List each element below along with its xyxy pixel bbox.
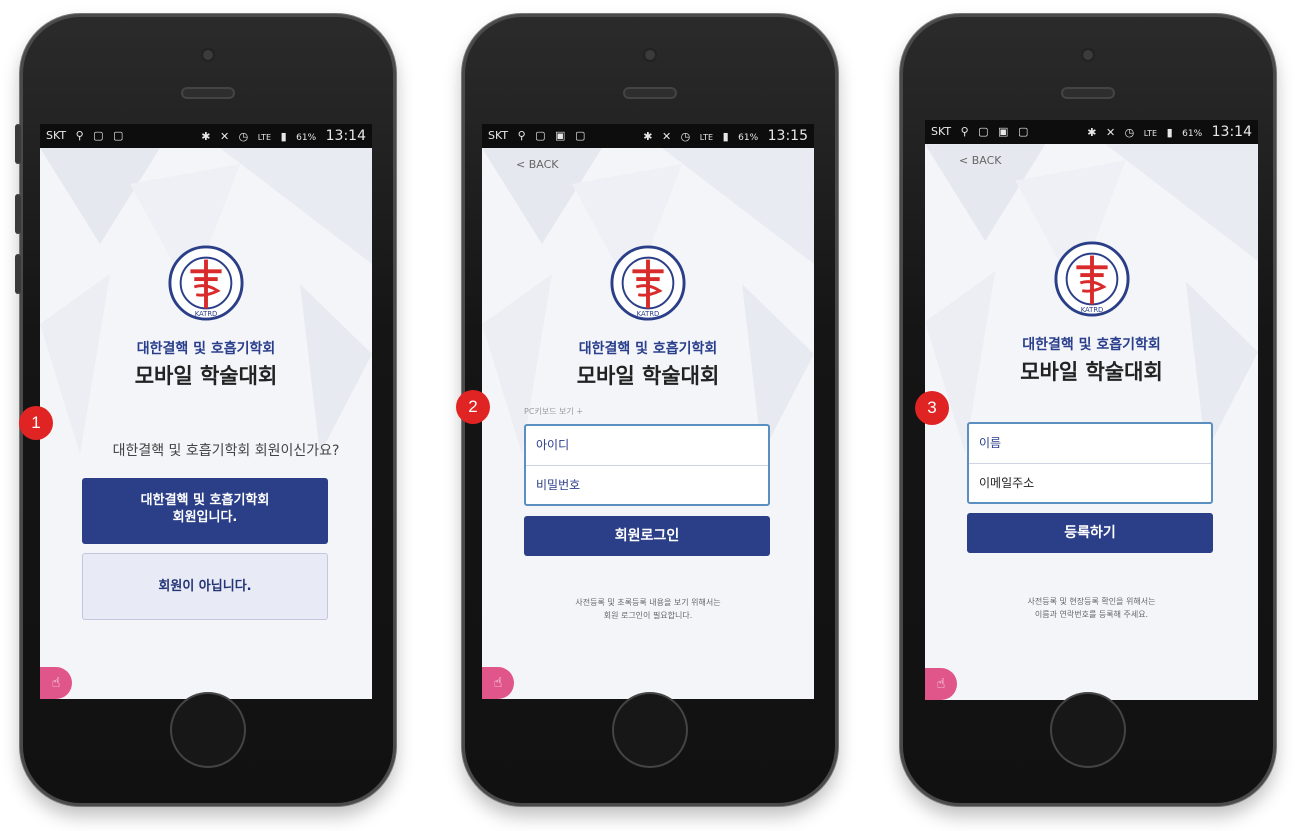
- register-form: 이름 이메일주소: [967, 422, 1213, 504]
- mute-icon: ✕: [219, 130, 230, 143]
- notification-icon: ▢: [574, 129, 586, 142]
- camera-icon: [203, 50, 213, 60]
- org-name: 대한결핵 및 호흡기학회: [578, 341, 718, 357]
- content-area: < BACK KATRD 대한결핵 및 호흡기학회 모바일 학술대회 이름 이메…: [925, 144, 1258, 700]
- member-button[interactable]: 대한결핵 및 호흡기학회 회원입니다.: [82, 478, 328, 544]
- lte-icon: LTE: [257, 133, 272, 142]
- battery-label: 61%: [296, 133, 317, 143]
- phone-frame-2: SKT ⚲ ▢ ▣ ▢ ✱ ✕ ◷ LTE ▮ 61% 13:15 < BACK: [462, 14, 838, 806]
- alarm-icon: ◷: [238, 130, 249, 143]
- carrier-label: SKT: [931, 125, 952, 138]
- side-button: [15, 124, 21, 164]
- content-area: < BACK KATRD 대한결핵 및 호흡기학회 모바일 학술대회 PC키보드…: [482, 148, 814, 699]
- note-line: 사전등록 및 현장등록 확인을 위해서는: [1027, 597, 1156, 606]
- member-button-label: 대한결핵 및 호흡기학회: [140, 493, 270, 508]
- conference-title: 모바일 학술대회: [134, 364, 278, 388]
- signal-icon: ▮: [722, 130, 729, 143]
- login-form: 아이디 비밀번호: [524, 424, 770, 506]
- note-line: 회원 로그인이 필요합니다.: [603, 611, 693, 620]
- home-button[interactable]: [172, 694, 244, 766]
- notification-icon: ▢: [113, 129, 124, 142]
- bluetooth-icon: ✱: [643, 130, 653, 143]
- speaker-grille: [625, 89, 675, 97]
- screen-1: SKT ⚲ ▢ ▢ ✱ ✕ ◷ LTE ▮ 61% 13:14 KATRD 대한…: [40, 124, 372, 699]
- member-button-label: 회원입니다.: [172, 510, 238, 525]
- note-line: 이름과 연락번호를 등록해 주세요.: [1034, 610, 1149, 619]
- mute-icon: ✕: [1105, 126, 1116, 139]
- mute-icon: ✕: [661, 130, 672, 143]
- signal-icon: ▮: [1166, 126, 1173, 139]
- member-login-button[interactable]: 회원로그인: [524, 516, 770, 556]
- home-button[interactable]: [1052, 694, 1124, 766]
- id-input[interactable]: 아이디: [526, 426, 768, 465]
- content-area: KATRD 대한결핵 및 호흡기학회 모바일 학술대회 대한결핵 및 호흡기학회…: [40, 148, 372, 699]
- phone-frame-1: SKT ⚲ ▢ ▢ ✱ ✕ ◷ LTE ▮ 61% 13:14 KATRD 대한…: [15, 14, 396, 806]
- speaker-grille: [183, 89, 233, 97]
- camera-icon: [1083, 50, 1093, 60]
- alarm-icon: ◷: [1124, 126, 1135, 139]
- carrier-label: SKT: [46, 129, 67, 142]
- step-badge-1: 1: [19, 406, 53, 440]
- login-note: 사전등록 및 초록등록 내용을 보기 위해서는 회원 로그인이 필요합니다.: [482, 596, 814, 622]
- bluetooth-icon: ✱: [201, 130, 211, 143]
- lte-icon: LTE: [1143, 129, 1158, 138]
- battery-label: 61%: [738, 133, 759, 143]
- usb-icon: ⚲: [517, 129, 526, 142]
- screen-2: SKT ⚲ ▢ ▣ ▢ ✱ ✕ ◷ LTE ▮ 61% 13:15 < BACK: [482, 124, 814, 699]
- clock: 13:14: [1211, 124, 1252, 140]
- bluetooth-icon: ✱: [1087, 126, 1097, 139]
- touch-hand-icon[interactable]: ☝: [40, 667, 72, 699]
- member-question: 대한결핵 및 호흡기학회 회원이신가요?: [112, 443, 340, 459]
- image-icon: ▣: [555, 129, 566, 142]
- usb-icon: ⚲: [75, 129, 84, 142]
- touch-hand-icon[interactable]: ☝: [482, 667, 514, 699]
- alarm-icon: ◷: [680, 130, 691, 143]
- conference-title: 모바일 학술대회: [576, 364, 720, 388]
- image-icon: ▣: [998, 125, 1009, 138]
- status-bar: SKT ⚲ ▢ ▣ ▢ ✱ ✕ ◷ LTE ▮ 61% 13:14: [925, 120, 1258, 144]
- step-badge-2: 2: [456, 390, 490, 424]
- usb-icon: ⚲: [960, 125, 969, 138]
- status-bar: SKT ⚲ ▢ ▣ ▢ ✱ ✕ ◷ LTE ▮ 61% 13:15: [482, 124, 814, 148]
- register-note: 사전등록 및 현장등록 확인을 위해서는 이름과 연락번호를 등록해 주세요.: [925, 595, 1258, 621]
- touch-hand-icon[interactable]: ☝: [925, 668, 957, 700]
- notification-icon: ▢: [1017, 125, 1029, 138]
- back-link[interactable]: < BACK: [959, 154, 1002, 167]
- logo-text: KATRD: [1080, 306, 1103, 314]
- status-bar: SKT ⚲ ▢ ▢ ✱ ✕ ◷ LTE ▮ 61% 13:14: [40, 124, 372, 148]
- password-input[interactable]: 비밀번호: [526, 465, 768, 505]
- non-member-button[interactable]: 회원이 아닙니다.: [82, 553, 328, 620]
- notification-icon: ▢: [93, 129, 104, 142]
- name-input[interactable]: 이름: [969, 424, 1211, 463]
- clock: 13:14: [325, 128, 366, 144]
- clock: 13:15: [767, 128, 808, 144]
- logo-text: KATRD: [637, 310, 660, 318]
- society-logo: KATRD: [1053, 241, 1130, 317]
- lte-icon: LTE: [699, 133, 714, 142]
- pc-keyboard-toggle[interactable]: PC키보드 보기 ∔: [524, 406, 583, 417]
- note-line: 사전등록 및 초록등록 내용을 보기 위해서는: [575, 598, 721, 607]
- battery-label: 61%: [1182, 129, 1203, 139]
- step-badge-3: 3: [915, 391, 949, 425]
- speaker-grille: [1063, 89, 1113, 97]
- side-button: [15, 254, 21, 294]
- home-button[interactable]: [614, 694, 686, 766]
- conference-title: 모바일 학술대회: [1020, 360, 1163, 384]
- phone-frame-3: SKT ⚲ ▢ ▣ ▢ ✱ ✕ ◷ LTE ▮ 61% 13:14 < BACK: [900, 14, 1276, 806]
- screen-3: SKT ⚲ ▢ ▣ ▢ ✱ ✕ ◷ LTE ▮ 61% 13:14 < BACK: [925, 120, 1258, 700]
- notification-icon: ▢: [978, 125, 989, 138]
- notification-icon: ▢: [535, 129, 546, 142]
- org-name: 대한결핵 및 호흡기학회: [136, 341, 276, 357]
- camera-icon: [645, 50, 655, 60]
- email-input[interactable]: 이메일주소: [969, 463, 1211, 503]
- org-name: 대한결핵 및 호흡기학회: [1022, 337, 1161, 353]
- back-link[interactable]: < BACK: [516, 158, 559, 171]
- society-logo: KATRD: [610, 245, 686, 321]
- side-button: [15, 194, 21, 234]
- logo-text: KATRD: [195, 310, 218, 318]
- society-logo: KATRD: [168, 245, 244, 321]
- signal-icon: ▮: [280, 130, 287, 143]
- carrier-label: SKT: [488, 129, 509, 142]
- register-button[interactable]: 등록하기: [967, 513, 1213, 553]
